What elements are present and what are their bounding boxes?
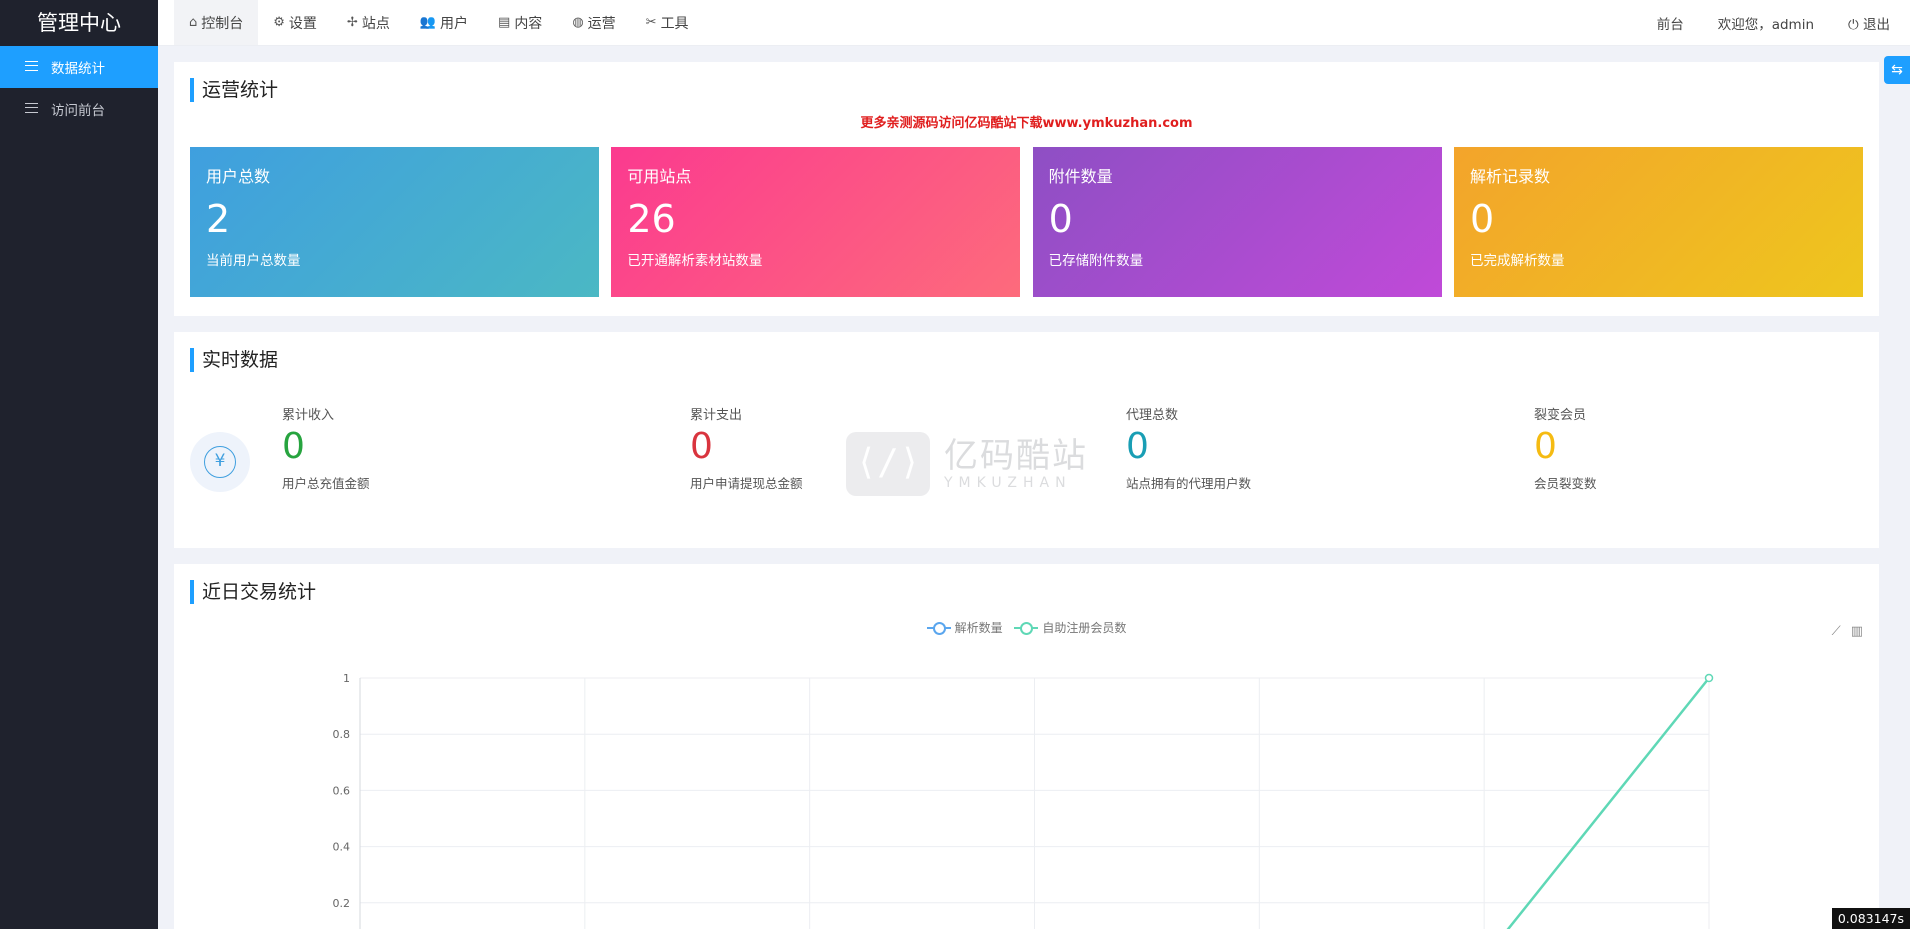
- logout-label: 退出: [1863, 16, 1890, 33]
- tab-settings[interactable]: ⚙ 设置: [258, 0, 332, 45]
- y-tick-label: 0.2: [333, 897, 351, 910]
- tab-content[interactable]: ▤ 内容: [483, 0, 557, 45]
- sidebar-item-label: 访问前台: [51, 103, 105, 119]
- tab-operations[interactable]: ◍ 运营: [557, 0, 630, 45]
- stat-label: 累计收入: [282, 408, 335, 423]
- top-right-menu: 前台 欢迎您，admin ⏻ 退出: [1623, 0, 1910, 45]
- users-icon: 👥: [419, 15, 437, 30]
- y-tick-label: 0.8: [333, 728, 351, 741]
- realtime-title: 实时数据: [190, 348, 278, 372]
- watermark-logo: ⟨/⟩: [846, 432, 930, 496]
- card-desc: 已开通解析素材站数量: [627, 253, 763, 269]
- trade-chart: 0.2 0.4 0.6 0.8 1: [333, 672, 1714, 929]
- sidebar-item-label: 数据统计: [51, 61, 105, 77]
- tab-sites[interactable]: ✢ 站点: [332, 0, 405, 45]
- card-sites: 可用站点 26 已开通解析素材站数量: [611, 147, 1021, 297]
- top-nav: ⌂ 控制台 ⚙ 设置 ✢ 站点 👥 用户 ▤ 内容 ◍ 运营 ✂ 工具: [158, 0, 704, 45]
- stat-desc: 用户总充值金额: [282, 476, 370, 491]
- stat-fission-members: 裂变会员 0 会员裂变数: [1534, 404, 1597, 492]
- logout-button[interactable]: ⏻ 退出: [1848, 13, 1890, 33]
- yen-icon: ¥: [190, 432, 250, 492]
- card-value: 26: [627, 197, 676, 241]
- welcome-user[interactable]: 欢迎您，admin: [1718, 13, 1814, 33]
- sidebar-item-visit-front[interactable]: 访问前台: [0, 88, 158, 130]
- tab-label: 控制台: [201, 15, 244, 32]
- y-tick-label: 0.6: [333, 784, 351, 797]
- card-title: 解析记录数: [1469, 167, 1550, 186]
- home-icon: ⌂: [189, 15, 198, 30]
- render-timer: 0.083147s: [1831, 908, 1910, 929]
- card-desc: 当前用户总数量: [206, 253, 301, 269]
- card-value: 2: [206, 197, 231, 241]
- stat-income: 累计收入 0 用户总充值金额: [282, 404, 370, 492]
- tab-label: 内容: [514, 15, 543, 32]
- fan-icon: ✢: [346, 15, 358, 30]
- stat-value: 0: [690, 426, 713, 467]
- card-attachments: 附件数量 0 已存储附件数量: [1032, 147, 1442, 297]
- stat-desc: 会员裂变数: [1534, 476, 1597, 491]
- tab-tools[interactable]: ✂ 工具: [631, 0, 704, 45]
- tab-users[interactable]: 👥 用户: [405, 0, 483, 45]
- stat-expense: 累计支出 0 用户申请提现总金额: [690, 404, 803, 492]
- card-title: 附件数量: [1048, 167, 1113, 186]
- globe-icon: ◍: [572, 15, 584, 30]
- tools-icon: ✂: [645, 15, 657, 30]
- card-value: 0: [1469, 197, 1495, 241]
- data-point: [1704, 673, 1714, 683]
- gear-icon: ⚙: [273, 15, 285, 30]
- card-users: 用户总数 2 当前用户总数量: [190, 147, 599, 297]
- trade-panel: 近日交易统计 解析数量 自助注册会员数 ⟋ ▥ 0.2 0.4 0.6 0.8 1: [174, 564, 1879, 929]
- stat-label: 代理总数: [1126, 408, 1179, 423]
- list-icon: [25, 61, 38, 71]
- logout-icon: ⏻: [1848, 16, 1859, 33]
- tab-label: 工具: [660, 15, 689, 32]
- card-parse-records: 解析记录数 0 已完成解析数量: [1453, 147, 1863, 297]
- sidebar-title: 管理中心: [37, 11, 121, 35]
- watermark-cn: 亿码酷站: [944, 436, 1088, 476]
- yen-symbol: ¥: [204, 446, 236, 478]
- front-link[interactable]: 前台: [1657, 13, 1684, 33]
- watermark: ⟨/⟩ 亿码酷站 YMKUZHAN: [846, 429, 1146, 499]
- stat-label: 裂变会员: [1534, 408, 1587, 423]
- topbar: ⌂ 控制台 ⚙ 设置 ✢ 站点 👥 用户 ▤ 内容 ◍ 运营 ✂ 工具 前台 欢…: [158, 0, 1910, 46]
- stat-cards: 用户总数 2 当前用户总数量 可用站点 26 已开通解析素材站数量 附件数量 0…: [190, 147, 1863, 297]
- card-title: 可用站点: [627, 167, 692, 186]
- list-icon: [25, 103, 38, 113]
- tab-label: 运营: [587, 15, 616, 32]
- ops-panel: 运营统计 更多亲测源码访问亿码酷站下载www.ymkuzhan.com 用户总数…: [174, 62, 1879, 316]
- tab-dashboard[interactable]: ⌂ 控制台: [174, 0, 259, 45]
- card-desc: 已完成解析数量: [1469, 253, 1565, 269]
- float-switch-button[interactable]: ⇆: [1884, 56, 1910, 84]
- document-icon: ▤: [498, 15, 511, 30]
- watermark-en: YMKUZHAN: [944, 475, 1072, 491]
- y-tick-label: 1: [343, 672, 350, 685]
- sidebar-item-data-stats[interactable]: 数据统计: [0, 46, 158, 88]
- tab-label: 用户: [440, 15, 469, 32]
- ops-title: 运营统计: [190, 78, 278, 102]
- stat-desc: 用户申请提现总金额: [690, 476, 803, 491]
- card-desc: 已存储附件数量: [1048, 253, 1144, 269]
- stat-value: 0: [282, 426, 305, 467]
- tab-label: 站点: [361, 15, 390, 32]
- tab-label: 设置: [288, 15, 317, 32]
- card-title: 用户总数: [206, 167, 271, 186]
- sidebar: 管理中心 数据统计 访问前台: [0, 0, 158, 929]
- realtime-panel: 实时数据 ¥ 累计收入 0 用户总充值金额 累计支出 0 用户申请提现总金额 代…: [174, 332, 1879, 548]
- stat-label: 累计支出: [690, 408, 743, 423]
- card-value: 0: [1048, 197, 1073, 241]
- y-tick-label: 0.4: [333, 841, 351, 854]
- stat-value: 0: [1534, 426, 1557, 467]
- promo-text[interactable]: 更多亲测源码访问亿码酷站下载www.ymkuzhan.com: [174, 112, 1879, 131]
